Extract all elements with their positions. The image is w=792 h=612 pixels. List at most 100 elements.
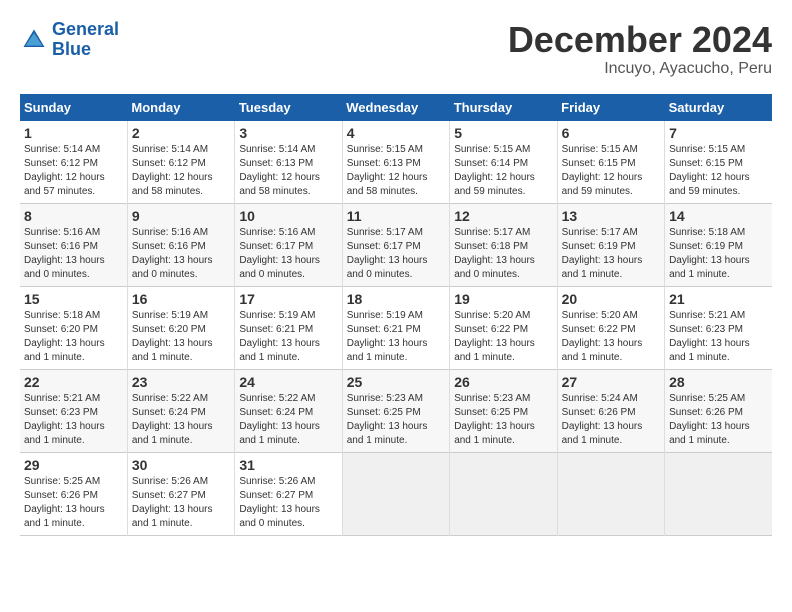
calendar-cell: 4 Sunrise: 5:15 AMSunset: 6:13 PMDayligh… bbox=[342, 121, 449, 204]
calendar-subtitle: Incuyo, Ayacucho, Peru bbox=[508, 60, 772, 78]
day-info: Sunrise: 5:15 AMSunset: 6:15 PMDaylight:… bbox=[562, 144, 643, 197]
day-number: 2 bbox=[132, 125, 230, 141]
calendar-cell: 20 Sunrise: 5:20 AMSunset: 6:22 PMDaylig… bbox=[557, 286, 664, 369]
day-info: Sunrise: 5:26 AMSunset: 6:27 PMDaylight:… bbox=[239, 476, 320, 529]
calendar-cell: 21 Sunrise: 5:21 AMSunset: 6:23 PMDaylig… bbox=[665, 286, 772, 369]
calendar-cell: 6 Sunrise: 5:15 AMSunset: 6:15 PMDayligh… bbox=[557, 121, 664, 204]
day-number: 30 bbox=[132, 457, 230, 473]
day-number: 11 bbox=[347, 208, 445, 224]
col-thursday: Thursday bbox=[450, 94, 557, 121]
calendar-cell: 12 Sunrise: 5:17 AMSunset: 6:18 PMDaylig… bbox=[450, 203, 557, 286]
header-row: Sunday Monday Tuesday Wednesday Thursday… bbox=[20, 94, 772, 121]
calendar-cell bbox=[342, 452, 449, 535]
calendar-cell: 24 Sunrise: 5:22 AMSunset: 6:24 PMDaylig… bbox=[235, 369, 342, 452]
day-info: Sunrise: 5:18 AMSunset: 6:19 PMDaylight:… bbox=[669, 227, 750, 280]
calendar-cell: 15 Sunrise: 5:18 AMSunset: 6:20 PMDaylig… bbox=[20, 286, 127, 369]
day-info: Sunrise: 5:25 AMSunset: 6:26 PMDaylight:… bbox=[24, 476, 105, 529]
calendar-cell: 3 Sunrise: 5:14 AMSunset: 6:13 PMDayligh… bbox=[235, 121, 342, 204]
calendar-week-5: 29 Sunrise: 5:25 AMSunset: 6:26 PMDaylig… bbox=[20, 452, 772, 535]
col-wednesday: Wednesday bbox=[342, 94, 449, 121]
calendar-cell: 11 Sunrise: 5:17 AMSunset: 6:17 PMDaylig… bbox=[342, 203, 449, 286]
logo-line2: Blue bbox=[52, 39, 91, 59]
day-info: Sunrise: 5:18 AMSunset: 6:20 PMDaylight:… bbox=[24, 310, 105, 363]
calendar-cell: 16 Sunrise: 5:19 AMSunset: 6:20 PMDaylig… bbox=[127, 286, 234, 369]
calendar-cell: 13 Sunrise: 5:17 AMSunset: 6:19 PMDaylig… bbox=[557, 203, 664, 286]
day-info: Sunrise: 5:21 AMSunset: 6:23 PMDaylight:… bbox=[24, 393, 105, 446]
day-info: Sunrise: 5:15 AMSunset: 6:14 PMDaylight:… bbox=[454, 144, 535, 197]
day-info: Sunrise: 5:14 AMSunset: 6:13 PMDaylight:… bbox=[239, 144, 320, 197]
calendar-cell: 19 Sunrise: 5:20 AMSunset: 6:22 PMDaylig… bbox=[450, 286, 557, 369]
day-number: 14 bbox=[669, 208, 768, 224]
calendar-week-4: 22 Sunrise: 5:21 AMSunset: 6:23 PMDaylig… bbox=[20, 369, 772, 452]
day-info: Sunrise: 5:16 AMSunset: 6:16 PMDaylight:… bbox=[132, 227, 213, 280]
calendar-cell bbox=[557, 452, 664, 535]
day-info: Sunrise: 5:25 AMSunset: 6:26 PMDaylight:… bbox=[669, 393, 750, 446]
day-number: 29 bbox=[24, 457, 123, 473]
col-sunday: Sunday bbox=[20, 94, 127, 121]
day-info: Sunrise: 5:23 AMSunset: 6:25 PMDaylight:… bbox=[347, 393, 428, 446]
day-info: Sunrise: 5:19 AMSunset: 6:21 PMDaylight:… bbox=[239, 310, 320, 363]
day-info: Sunrise: 5:19 AMSunset: 6:21 PMDaylight:… bbox=[347, 310, 428, 363]
day-info: Sunrise: 5:22 AMSunset: 6:24 PMDaylight:… bbox=[132, 393, 213, 446]
calendar-cell: 1 Sunrise: 5:14 AMSunset: 6:12 PMDayligh… bbox=[20, 121, 127, 204]
title-section: December 2024 Incuyo, Ayacucho, Peru bbox=[508, 20, 772, 78]
day-number: 25 bbox=[347, 374, 445, 390]
day-number: 22 bbox=[24, 374, 123, 390]
day-info: Sunrise: 5:15 AMSunset: 6:15 PMDaylight:… bbox=[669, 144, 750, 197]
day-number: 26 bbox=[454, 374, 552, 390]
day-number: 10 bbox=[239, 208, 337, 224]
calendar-cell: 29 Sunrise: 5:25 AMSunset: 6:26 PMDaylig… bbox=[20, 452, 127, 535]
col-monday: Monday bbox=[127, 94, 234, 121]
day-number: 16 bbox=[132, 291, 230, 307]
day-info: Sunrise: 5:26 AMSunset: 6:27 PMDaylight:… bbox=[132, 476, 213, 529]
page-header: General Blue December 2024 Incuyo, Ayacu… bbox=[20, 20, 772, 78]
day-number: 9 bbox=[132, 208, 230, 224]
calendar-cell: 25 Sunrise: 5:23 AMSunset: 6:25 PMDaylig… bbox=[342, 369, 449, 452]
day-number: 4 bbox=[347, 125, 445, 141]
day-info: Sunrise: 5:17 AMSunset: 6:18 PMDaylight:… bbox=[454, 227, 535, 280]
day-number: 7 bbox=[669, 125, 768, 141]
day-info: Sunrise: 5:23 AMSunset: 6:25 PMDaylight:… bbox=[454, 393, 535, 446]
day-info: Sunrise: 5:16 AMSunset: 6:16 PMDaylight:… bbox=[24, 227, 105, 280]
day-info: Sunrise: 5:17 AMSunset: 6:19 PMDaylight:… bbox=[562, 227, 643, 280]
col-friday: Friday bbox=[557, 94, 664, 121]
day-info: Sunrise: 5:15 AMSunset: 6:13 PMDaylight:… bbox=[347, 144, 428, 197]
day-info: Sunrise: 5:17 AMSunset: 6:17 PMDaylight:… bbox=[347, 227, 428, 280]
day-number: 20 bbox=[562, 291, 660, 307]
day-number: 13 bbox=[562, 208, 660, 224]
day-number: 15 bbox=[24, 291, 123, 307]
calendar-cell bbox=[450, 452, 557, 535]
col-tuesday: Tuesday bbox=[235, 94, 342, 121]
calendar-cell: 14 Sunrise: 5:18 AMSunset: 6:19 PMDaylig… bbox=[665, 203, 772, 286]
calendar-cell: 2 Sunrise: 5:14 AMSunset: 6:12 PMDayligh… bbox=[127, 121, 234, 204]
calendar-cell: 23 Sunrise: 5:22 AMSunset: 6:24 PMDaylig… bbox=[127, 369, 234, 452]
calendar-cell: 31 Sunrise: 5:26 AMSunset: 6:27 PMDaylig… bbox=[235, 452, 342, 535]
day-info: Sunrise: 5:14 AMSunset: 6:12 PMDaylight:… bbox=[24, 144, 105, 197]
calendar-table: Sunday Monday Tuesday Wednesday Thursday… bbox=[20, 94, 772, 536]
calendar-cell: 5 Sunrise: 5:15 AMSunset: 6:14 PMDayligh… bbox=[450, 121, 557, 204]
day-info: Sunrise: 5:19 AMSunset: 6:20 PMDaylight:… bbox=[132, 310, 213, 363]
day-number: 8 bbox=[24, 208, 123, 224]
day-number: 5 bbox=[454, 125, 552, 141]
calendar-cell: 27 Sunrise: 5:24 AMSunset: 6:26 PMDaylig… bbox=[557, 369, 664, 452]
logo-icon bbox=[20, 26, 48, 54]
day-number: 27 bbox=[562, 374, 660, 390]
calendar-cell: 9 Sunrise: 5:16 AMSunset: 6:16 PMDayligh… bbox=[127, 203, 234, 286]
calendar-cell: 7 Sunrise: 5:15 AMSunset: 6:15 PMDayligh… bbox=[665, 121, 772, 204]
day-info: Sunrise: 5:24 AMSunset: 6:26 PMDaylight:… bbox=[562, 393, 643, 446]
calendar-cell: 17 Sunrise: 5:19 AMSunset: 6:21 PMDaylig… bbox=[235, 286, 342, 369]
day-info: Sunrise: 5:16 AMSunset: 6:17 PMDaylight:… bbox=[239, 227, 320, 280]
calendar-cell: 30 Sunrise: 5:26 AMSunset: 6:27 PMDaylig… bbox=[127, 452, 234, 535]
calendar-cell: 22 Sunrise: 5:21 AMSunset: 6:23 PMDaylig… bbox=[20, 369, 127, 452]
day-info: Sunrise: 5:14 AMSunset: 6:12 PMDaylight:… bbox=[132, 144, 213, 197]
calendar-cell: 10 Sunrise: 5:16 AMSunset: 6:17 PMDaylig… bbox=[235, 203, 342, 286]
day-info: Sunrise: 5:20 AMSunset: 6:22 PMDaylight:… bbox=[562, 310, 643, 363]
day-number: 23 bbox=[132, 374, 230, 390]
day-info: Sunrise: 5:22 AMSunset: 6:24 PMDaylight:… bbox=[239, 393, 320, 446]
day-number: 21 bbox=[669, 291, 768, 307]
day-number: 31 bbox=[239, 457, 337, 473]
logo-line1: General bbox=[52, 19, 119, 39]
calendar-title: December 2024 bbox=[508, 20, 772, 60]
day-info: Sunrise: 5:21 AMSunset: 6:23 PMDaylight:… bbox=[669, 310, 750, 363]
day-number: 24 bbox=[239, 374, 337, 390]
